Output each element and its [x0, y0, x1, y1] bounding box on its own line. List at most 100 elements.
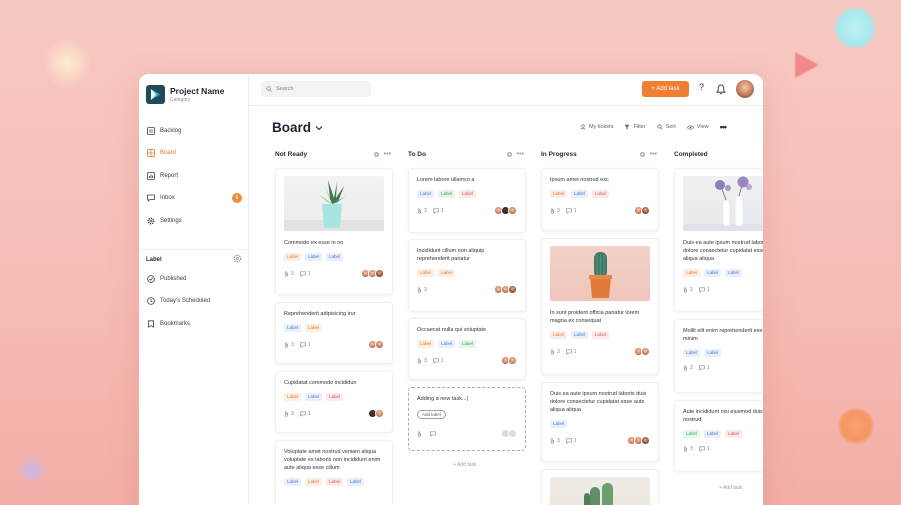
assignee-avatars[interactable]: [494, 285, 517, 294]
eye-icon: [686, 124, 694, 130]
task-card[interactable]: [541, 469, 659, 505]
tag-label[interactable]: Label: [459, 190, 477, 198]
card-title: Mollit elit enim reprehenderit exercitat…: [683, 328, 763, 342]
tag-label[interactable]: Label: [417, 269, 435, 277]
tag-label[interactable]: Label: [704, 430, 722, 438]
search-input[interactable]: Search: [261, 81, 371, 97]
assignee-avatars[interactable]: [361, 269, 384, 278]
column-settings-icon[interactable]: [506, 151, 513, 158]
assignee-avatars[interactable]: [501, 356, 517, 365]
tag-label[interactable]: Label: [305, 393, 323, 401]
assignee-avatars[interactable]: [634, 347, 650, 356]
task-card[interactable]: Cupidatat commodo incididun Label Label …: [275, 371, 393, 433]
page-title[interactable]: Board: [272, 120, 323, 135]
task-card[interactable]: Lorem labore ullamco a Label Label Label…: [408, 168, 526, 233]
sidebar-item-inbox[interactable]: Inbox 6: [146, 191, 246, 205]
task-card[interactable]: Incididunt cillum non aliquip reprehende…: [408, 239, 526, 312]
label-settings-icon[interactable]: [233, 254, 242, 265]
help-icon[interactable]: ?: [699, 82, 704, 92]
sort-button[interactable]: Sort: [657, 124, 676, 130]
assignee-avatars[interactable]: [634, 206, 650, 215]
new-task-card[interactable]: Adding a new task...| Add label: [408, 387, 526, 451]
assignee-avatars[interactable]: [494, 206, 517, 215]
tag-label[interactable]: Label: [704, 349, 722, 357]
tag-label[interactable]: Label: [592, 331, 610, 339]
sidebar-item-settings[interactable]: Settings: [146, 214, 246, 228]
tag-label[interactable]: Label: [683, 430, 701, 438]
view-button[interactable]: View: [686, 124, 709, 130]
task-card[interactable]: Duis ea aute ipsum nostrud laboris duis …: [541, 382, 659, 462]
project-header[interactable]: Project Name Category: [146, 85, 224, 104]
column-settings-icon[interactable]: [373, 151, 380, 158]
column-more-icon[interactable]: •••: [650, 151, 657, 158]
tag-label[interactable]: Label: [417, 340, 435, 348]
task-card[interactable]: Mollit elit enim reprehenderit exercitat…: [674, 319, 763, 393]
my-tickets-button[interactable]: My tickets: [580, 124, 613, 130]
add-task-link[interactable]: + Add task: [719, 485, 743, 491]
task-card[interactable]: In sunt proident officia pariatur lorem …: [541, 238, 659, 375]
tag-label[interactable]: Label: [438, 190, 456, 198]
bell-icon[interactable]: [716, 82, 726, 100]
tag-label[interactable]: Label: [305, 478, 323, 486]
task-card[interactable]: Voluptate amet nostrud veniam aliqua vol…: [275, 440, 393, 505]
task-card[interactable]: Commodo ex esse in no Label Label Label …: [275, 168, 393, 295]
tag-label[interactable]: Label: [438, 269, 456, 277]
tag-label[interactable]: Label: [347, 478, 365, 486]
tag-label[interactable]: Label: [326, 478, 344, 486]
sidebar-item-published[interactable]: Published: [146, 272, 246, 286]
tag-label[interactable]: Label: [284, 324, 302, 332]
tag-label[interactable]: Label: [592, 190, 610, 198]
sidebar-item-board[interactable]: Board: [146, 146, 246, 160]
tag-label[interactable]: Label: [571, 331, 589, 339]
task-card[interactable]: Ipsum amet nostrud exc Label Label Label…: [541, 168, 659, 231]
tag-label[interactable]: Label: [683, 269, 701, 277]
more-options-icon[interactable]: •••: [720, 122, 728, 132]
column-more-icon[interactable]: •••: [384, 151, 391, 158]
tag-label[interactable]: Label: [305, 324, 323, 332]
assignee-avatars[interactable]: [368, 340, 384, 349]
task-card[interactable]: Reprehenderit adipisicing irur Label Lab…: [275, 302, 393, 364]
assignee-avatars[interactable]: [627, 436, 650, 445]
paperclip-icon: [417, 357, 422, 364]
add-label-button[interactable]: Add label: [417, 410, 446, 419]
add-task-link[interactable]: + Add task: [453, 462, 477, 468]
tag-label[interactable]: Label: [326, 253, 344, 261]
tag-label[interactable]: Label: [571, 190, 589, 198]
assignee-placeholders[interactable]: [501, 429, 517, 438]
user-avatar[interactable]: [736, 80, 754, 98]
tag-label[interactable]: Label: [459, 340, 477, 348]
assignee-avatars[interactable]: [368, 409, 384, 418]
card-title: Occaecat nulla qui voluptate: [417, 327, 487, 333]
tag-label[interactable]: Label: [417, 190, 435, 198]
task-card[interactable]: Occaecat nulla qui voluptate Label Label…: [408, 318, 526, 380]
tag-label[interactable]: Label: [683, 349, 701, 357]
new-task-input[interactable]: Adding a new task...|: [417, 395, 517, 403]
paperclip-icon[interactable]: [417, 430, 422, 437]
sidebar-item-backlog[interactable]: Backlog: [146, 124, 246, 138]
task-card[interactable]: Duis ea aute ipsum nostrud laboris duis …: [674, 168, 763, 312]
comment-count: 1: [440, 357, 444, 364]
tag-label[interactable]: Label: [284, 393, 302, 401]
tag-label[interactable]: Label: [284, 478, 302, 486]
tag-label[interactable]: Label: [550, 331, 568, 339]
tag-label[interactable]: Label: [438, 340, 456, 348]
tag-label[interactable]: Label: [305, 253, 323, 261]
column-settings-icon[interactable]: [639, 151, 646, 158]
tag-label[interactable]: Label: [326, 393, 344, 401]
backlog-icon: [146, 127, 155, 136]
column-more-icon[interactable]: •••: [517, 151, 524, 158]
tag-label[interactable]: Label: [284, 253, 302, 261]
tag-label[interactable]: Label: [550, 420, 568, 428]
sidebar-item-todays-scheduled[interactable]: Today's Scheduled: [146, 294, 246, 308]
sidebar-item-bookmarks[interactable]: Bookmarks: [146, 317, 246, 331]
tag-label[interactable]: Label: [725, 430, 743, 438]
add-task-button[interactable]: + Add task: [642, 81, 689, 97]
sidebar-item-report[interactable]: Report: [146, 169, 246, 183]
filter-button[interactable]: Filter: [624, 124, 646, 130]
task-card[interactable]: Aute incididunt nisi eiusmod duis offici…: [674, 400, 763, 472]
filter-icon: [624, 124, 630, 130]
tag-label[interactable]: Label: [725, 269, 743, 277]
tag-label[interactable]: Label: [550, 190, 568, 198]
comment-icon[interactable]: [430, 431, 436, 437]
tag-label[interactable]: Label: [704, 269, 722, 277]
